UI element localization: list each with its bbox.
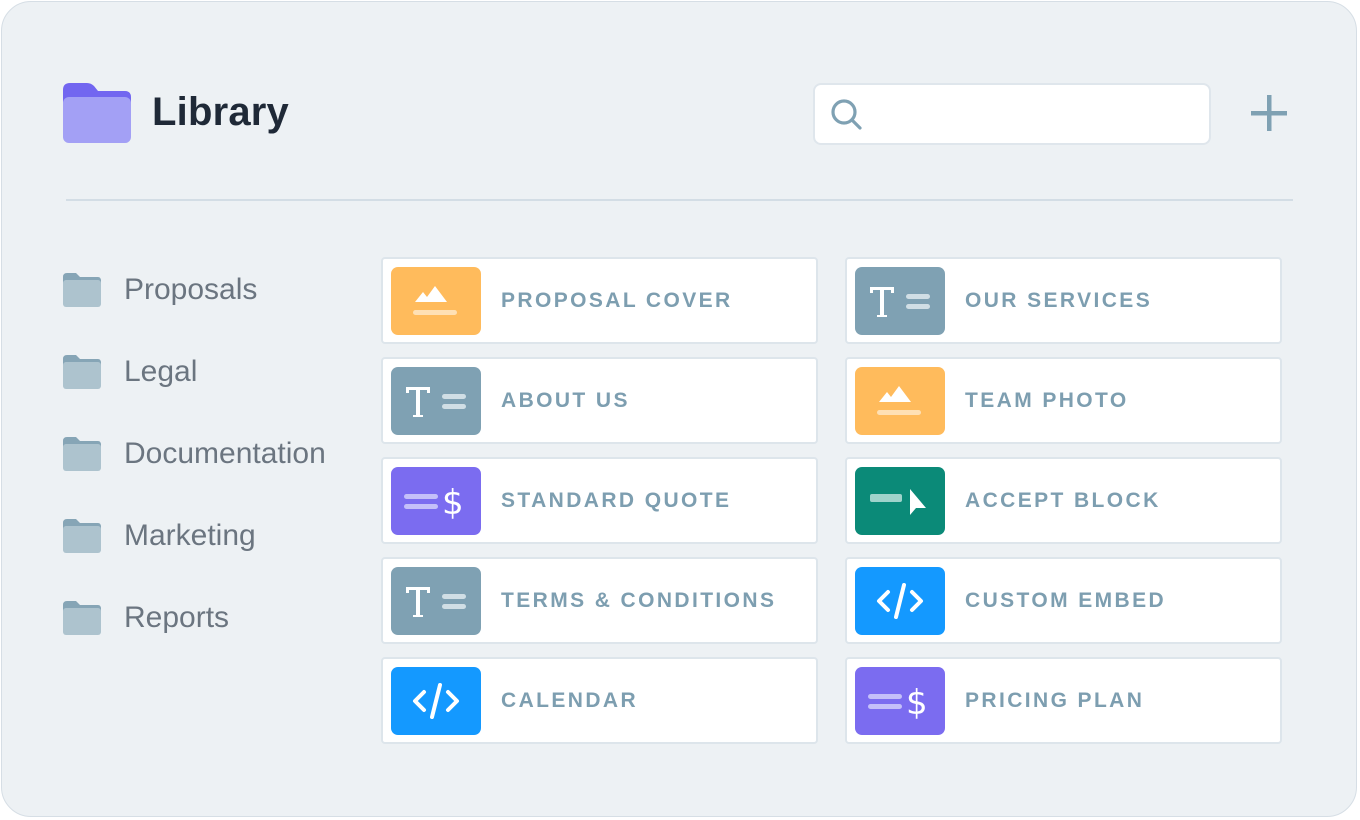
plus-icon[interactable] bbox=[1248, 92, 1290, 134]
block-label: PROPOSAL COVER bbox=[501, 289, 733, 312]
image-icon bbox=[855, 367, 945, 435]
text-icon bbox=[391, 367, 481, 435]
sidebar-item-marketing[interactable]: Marketing bbox=[63, 511, 256, 561]
text-icon bbox=[855, 267, 945, 335]
block-label: STANDARD QUOTE bbox=[501, 489, 732, 512]
code-icon bbox=[391, 667, 481, 735]
sidebar-item-reports[interactable]: Reports bbox=[63, 593, 229, 643]
sidebar-item-documentation[interactable]: Documentation bbox=[63, 429, 326, 479]
search-icon bbox=[831, 99, 862, 130]
folder-icon bbox=[63, 437, 101, 471]
page-title: Library bbox=[152, 90, 290, 134]
block-label: ACCEPT BLOCK bbox=[965, 489, 1161, 512]
folder-icon bbox=[63, 355, 101, 389]
block-about-us[interactable]: ABOUT US bbox=[381, 357, 818, 444]
block-label: PRICING PLAN bbox=[965, 689, 1145, 712]
library-folder-icon bbox=[63, 83, 131, 143]
block-pricing-plan[interactable]: $ PRICING PLAN bbox=[845, 657, 1282, 744]
sidebar-item-label: Documentation bbox=[124, 437, 326, 470]
sidebar-item-label: Marketing bbox=[124, 519, 256, 552]
block-standard-quote[interactable]: $ STANDARD QUOTE bbox=[381, 457, 818, 544]
code-icon bbox=[855, 567, 945, 635]
block-label: TERMS & CONDITIONS bbox=[501, 589, 777, 612]
block-label: CUSTOM EMBED bbox=[965, 589, 1167, 612]
folder-icon bbox=[63, 519, 101, 553]
folder-icon bbox=[63, 601, 101, 635]
block-calendar[interactable]: CALENDAR bbox=[381, 657, 818, 744]
sidebar-item-label: Proposals bbox=[124, 273, 258, 306]
block-our-services[interactable]: OUR SERVICES bbox=[845, 257, 1282, 344]
block-label: CALENDAR bbox=[501, 689, 639, 712]
block-terms-conditions[interactable]: TERMS & CONDITIONS bbox=[381, 557, 818, 644]
sidebar-item-label: Legal bbox=[124, 355, 198, 388]
block-team-photo[interactable]: TEAM PHOTO bbox=[845, 357, 1282, 444]
svg-text:$: $ bbox=[442, 483, 464, 521]
text-icon bbox=[391, 567, 481, 635]
header-divider bbox=[66, 199, 1293, 201]
sidebar-item-label: Reports bbox=[124, 601, 230, 634]
accept-icon bbox=[855, 467, 945, 535]
block-custom-embed[interactable]: CUSTOM EMBED bbox=[845, 557, 1282, 644]
block-proposal-cover[interactable]: PROPOSAL COVER bbox=[381, 257, 818, 344]
sidebar-item-legal[interactable]: Legal bbox=[63, 347, 197, 397]
image-icon bbox=[391, 267, 481, 335]
folder-icon bbox=[63, 273, 101, 307]
block-label: OUR SERVICES bbox=[965, 289, 1153, 312]
quote-icon: $ bbox=[855, 667, 945, 735]
block-label: TEAM PHOTO bbox=[965, 389, 1129, 412]
svg-text:$: $ bbox=[906, 683, 928, 721]
search-box[interactable] bbox=[813, 83, 1211, 145]
sidebar-item-proposals[interactable]: Proposals bbox=[63, 265, 257, 315]
quote-icon: $ bbox=[391, 467, 481, 535]
search-input[interactable] bbox=[875, 95, 1199, 135]
block-label: ABOUT US bbox=[501, 389, 630, 412]
block-accept-block[interactable]: ACCEPT BLOCK bbox=[845, 457, 1282, 544]
